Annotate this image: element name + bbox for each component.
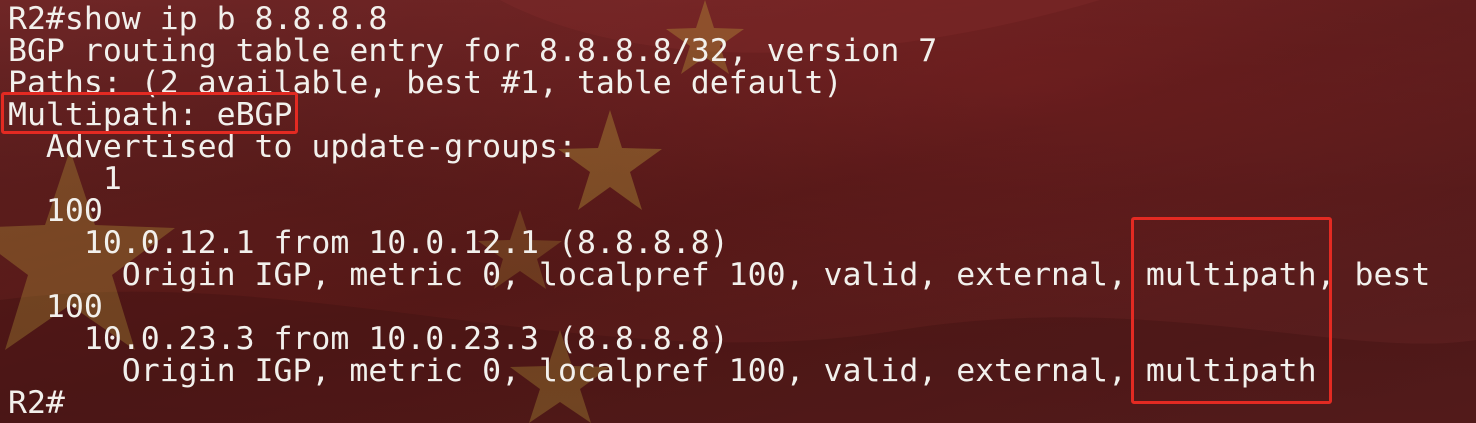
terminal-window[interactable]: R2#show ip b 8.8.8.8 BGP routing table en… — [0, 0, 1476, 423]
prompt-command-line: R2#show ip b 8.8.8.8 — [8, 1, 388, 37]
update-group-line: 1 — [8, 161, 122, 197]
multipath-keyword-highlight — [1131, 217, 1332, 404]
advertised-line: Advertised to update-groups: — [8, 129, 577, 165]
bgp-entry-line: BGP routing table entry for 8.8.8.8/32, … — [8, 33, 938, 69]
multipath-ebgp-highlight — [1, 92, 298, 134]
